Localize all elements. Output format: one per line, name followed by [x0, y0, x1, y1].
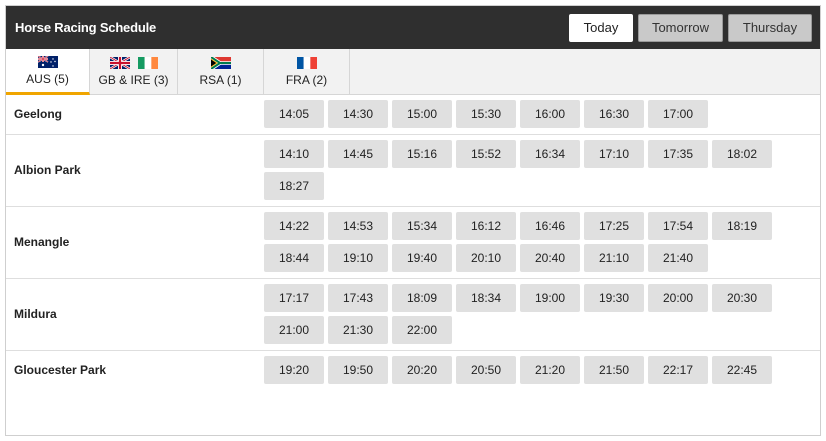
race-time-button[interactable]: 17:25 [584, 212, 644, 240]
meetings-list: Geelong 14:05 14:30 15:00 15:30 16:00 16… [6, 95, 820, 390]
race-time-button[interactable]: 18:44 [264, 244, 324, 272]
uk-flag-icon [109, 56, 130, 69]
race-time-button[interactable]: 17:43 [328, 284, 388, 312]
thursday-button[interactable]: Thursday [728, 13, 812, 42]
race-time-button[interactable]: 19:50 [328, 356, 388, 384]
tomorrow-button[interactable]: Tomorrow [638, 13, 723, 42]
race-time-button[interactable]: 21:40 [648, 244, 708, 272]
meeting-row-geelong: Geelong 14:05 14:30 15:00 15:30 16:00 16… [6, 95, 820, 135]
race-time-button[interactable]: 20:20 [392, 356, 452, 384]
race-time-button[interactable]: 20:30 [712, 284, 772, 312]
page-title: Horse Racing Schedule [15, 20, 157, 35]
tab-label: RSA (1) [199, 72, 242, 87]
race-time-button[interactable]: 18:34 [456, 284, 516, 312]
race-time-button[interactable]: 14:10 [264, 140, 324, 168]
venue-name[interactable]: Menangle [6, 235, 264, 249]
race-time-button[interactable]: 16:30 [584, 100, 644, 128]
race-time-button[interactable]: 16:12 [456, 212, 516, 240]
race-time-button[interactable]: 15:16 [392, 140, 452, 168]
race-time-button[interactable]: 21:20 [520, 356, 580, 384]
south-africa-flag-icon [210, 56, 231, 69]
race-times: 19:20 19:50 20:20 20:50 21:20 21:50 22:1… [264, 356, 784, 384]
race-time-button[interactable]: 16:46 [520, 212, 580, 240]
race-time-button[interactable]: 15:30 [456, 100, 516, 128]
race-time-button[interactable]: 21:10 [584, 244, 644, 272]
race-time-button[interactable]: 16:00 [520, 100, 580, 128]
today-button[interactable]: Today [569, 13, 633, 42]
tab-label: FRA (2) [285, 72, 328, 87]
tab-rsa[interactable]: RSA (1) [178, 49, 264, 94]
day-selector: Today Tomorrow Thursday [569, 13, 812, 42]
race-time-button[interactable]: 18:19 [712, 212, 772, 240]
venue-name[interactable]: Gloucester Park [6, 363, 264, 377]
meeting-row-gloucester-park: Gloucester Park 19:20 19:50 20:20 20:50 … [6, 351, 820, 390]
race-time-button[interactable]: 20:10 [456, 244, 516, 272]
race-time-button[interactable]: 15:52 [456, 140, 516, 168]
race-time-button[interactable]: 19:00 [520, 284, 580, 312]
racing-schedule-widget: Horse Racing Schedule Today Tomorrow Thu… [5, 5, 821, 436]
race-times: 14:05 14:30 15:00 15:30 16:00 16:30 17:0… [264, 100, 784, 128]
ireland-flag-icon [137, 56, 158, 69]
venue-name[interactable]: Geelong [6, 107, 264, 121]
race-time-button[interactable]: 17:10 [584, 140, 644, 168]
race-time-button[interactable]: 22:17 [648, 356, 708, 384]
race-time-button[interactable]: 18:09 [392, 284, 452, 312]
venue-name[interactable]: Albion Park [6, 163, 264, 177]
race-time-button[interactable]: 14:05 [264, 100, 324, 128]
race-time-button[interactable]: 16:34 [520, 140, 580, 168]
tab-aus[interactable]: AUS (5) [6, 49, 90, 95]
race-time-button[interactable]: 14:22 [264, 212, 324, 240]
race-time-button[interactable]: 21:00 [264, 316, 324, 344]
race-time-button[interactable]: 21:30 [328, 316, 388, 344]
race-times: 14:10 14:45 15:16 15:52 16:34 17:10 17:3… [264, 140, 784, 200]
race-times: 17:17 17:43 18:09 18:34 19:00 19:30 20:0… [264, 284, 784, 344]
country-tabs: AUS (5) GB & IRE (3) RSA (1) FRA (2) [6, 49, 820, 95]
race-time-button[interactable]: 20:40 [520, 244, 580, 272]
race-time-button[interactable]: 22:00 [392, 316, 452, 344]
race-time-button[interactable]: 17:00 [648, 100, 708, 128]
tab-gb-ire[interactable]: GB & IRE (3) [90, 49, 178, 94]
race-time-button[interactable]: 17:17 [264, 284, 324, 312]
tab-label: GB & IRE (3) [98, 72, 169, 87]
race-time-button[interactable]: 17:35 [648, 140, 708, 168]
race-time-button[interactable]: 17:54 [648, 212, 708, 240]
meeting-row-albion-park: Albion Park 14:10 14:45 15:16 15:52 16:3… [6, 135, 820, 207]
race-time-button[interactable]: 14:30 [328, 100, 388, 128]
race-time-button[interactable]: 14:45 [328, 140, 388, 168]
race-time-button[interactable]: 18:27 [264, 172, 324, 200]
race-time-button[interactable]: 18:02 [712, 140, 772, 168]
australia-flag-icon [37, 55, 58, 68]
race-time-button[interactable]: 15:00 [392, 100, 452, 128]
race-times: 14:22 14:53 15:34 16:12 16:46 17:25 17:5… [264, 212, 784, 272]
race-time-button[interactable]: 21:50 [584, 356, 644, 384]
tab-fra[interactable]: FRA (2) [264, 49, 350, 94]
meeting-row-menangle: Menangle 14:22 14:53 15:34 16:12 16:46 1… [6, 207, 820, 279]
race-time-button[interactable]: 22:45 [712, 356, 772, 384]
race-time-button[interactable]: 19:10 [328, 244, 388, 272]
race-time-button[interactable]: 14:53 [328, 212, 388, 240]
race-time-button[interactable]: 19:20 [264, 356, 324, 384]
france-flag-icon [296, 56, 317, 69]
race-time-button[interactable]: 20:50 [456, 356, 516, 384]
race-time-button[interactable]: 19:30 [584, 284, 644, 312]
race-time-button[interactable]: 20:00 [648, 284, 708, 312]
race-time-button[interactable]: 15:34 [392, 212, 452, 240]
schedule-header: Horse Racing Schedule Today Tomorrow Thu… [6, 6, 820, 49]
meeting-row-mildura: Mildura 17:17 17:43 18:09 18:34 19:00 19… [6, 279, 820, 351]
race-time-button[interactable]: 19:40 [392, 244, 452, 272]
venue-name[interactable]: Mildura [6, 307, 264, 321]
tab-label: AUS (5) [26, 71, 69, 86]
